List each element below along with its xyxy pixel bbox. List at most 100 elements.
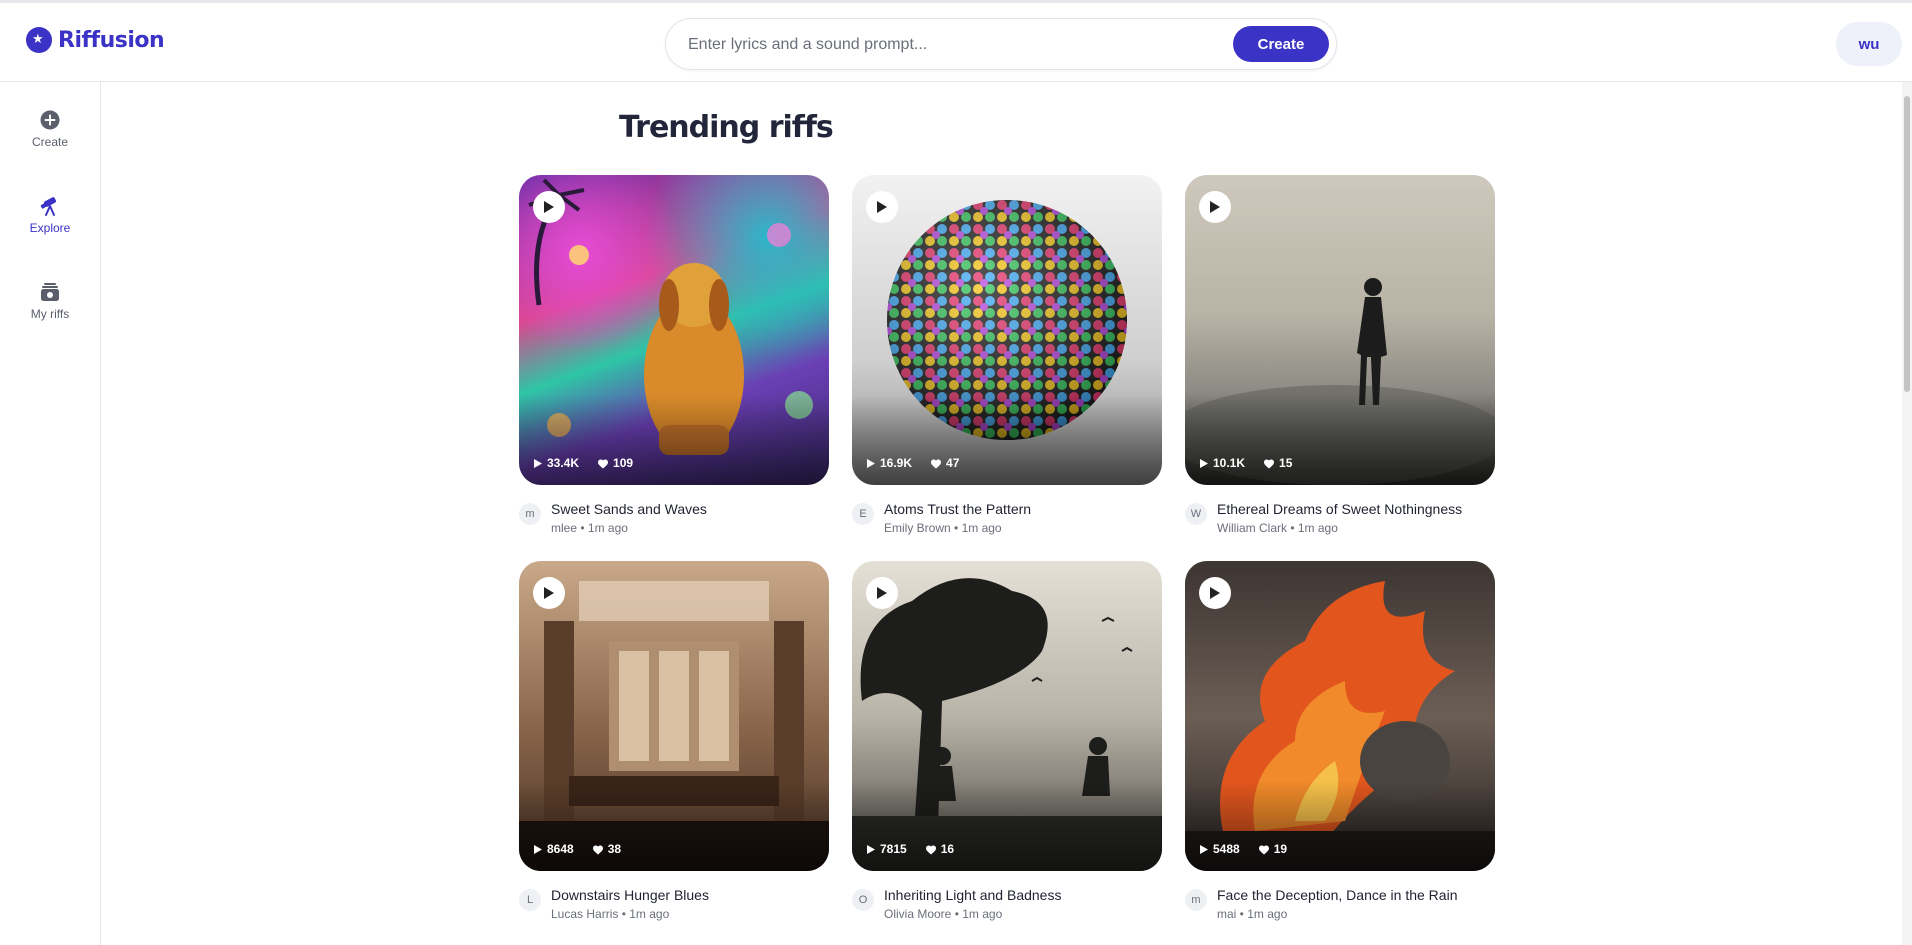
riff-stats: 10.1K 15 — [1199, 456, 1292, 470]
author-name[interactable]: Olivia Moore — [884, 907, 951, 921]
riff-byline: Olivia Moore • 1m ago — [884, 907, 1003, 921]
plays-icon — [867, 844, 875, 854]
riff-card[interactable]: 33.4K 109 m Sweet Sands and Waves mlee •… — [519, 175, 829, 537]
play-button[interactable] — [1199, 577, 1231, 609]
play-count: 8648 — [547, 842, 574, 856]
author-name[interactable]: Lucas Harris — [551, 907, 618, 921]
author-name[interactable]: mlee — [551, 521, 577, 535]
play-button[interactable] — [866, 577, 898, 609]
riff-time: 1m ago — [962, 907, 1003, 921]
riffusion-logo[interactable]: Riffusion — [26, 27, 165, 53]
prompt-bar: Create — [665, 18, 1337, 70]
riff-title[interactable]: Face the Deception, Dance in the Rain — [1217, 887, 1457, 903]
author-avatar[interactable]: E — [852, 503, 874, 525]
play-count: 7815 — [880, 842, 907, 856]
riff-byline: mlee • 1m ago — [551, 521, 628, 535]
play-count: 16.9K — [880, 456, 913, 470]
sidebar-item-explore[interactable]: Explore — [0, 195, 100, 235]
riff-title[interactable]: Atoms Trust the Pattern — [884, 501, 1031, 517]
artwork-shade — [519, 395, 829, 485]
play-count: 10.1K — [1213, 456, 1246, 470]
sidebar-item-my-riffs[interactable]: My riffs — [0, 281, 100, 321]
riff-artwork[interactable]: 16.9K 47 — [852, 175, 1162, 485]
play-icon — [1210, 587, 1220, 599]
riff-title[interactable]: Sweet Sands and Waves — [551, 501, 707, 517]
riff-artwork[interactable]: 8648 38 — [519, 561, 829, 871]
author-name[interactable]: Emily Brown — [884, 521, 951, 535]
riff-stats: 16.9K 47 — [866, 456, 959, 470]
plays-icon — [1200, 844, 1208, 854]
brand-name: Riffusion — [58, 27, 165, 53]
library-icon — [41, 283, 59, 301]
heart-icon[interactable] — [1263, 458, 1275, 469]
heart-icon[interactable] — [930, 458, 942, 469]
riff-stats: 33.4K 109 — [533, 456, 633, 470]
play-icon — [1210, 201, 1220, 213]
riff-artwork[interactable]: 5488 19 — [1185, 561, 1495, 871]
create-button[interactable]: Create — [1233, 26, 1329, 62]
scrollbar-thumb[interactable] — [1904, 96, 1910, 392]
riff-time: 1m ago — [961, 521, 1002, 535]
plays-icon — [867, 458, 875, 468]
play-button[interactable] — [1199, 191, 1231, 223]
riff-stats: 7815 16 — [866, 842, 954, 856]
riff-meta: W Ethereal Dreams of Sweet Nothingness W… — [1185, 501, 1495, 537]
like-count: 47 — [946, 456, 960, 470]
riff-artwork[interactable]: 33.4K 109 — [519, 175, 829, 485]
riff-stats: 8648 38 — [533, 842, 621, 856]
riff-card[interactable]: 16.9K 47 E Atoms Trust the Pattern Emily… — [852, 175, 1162, 537]
riff-title[interactable]: Inheriting Light and Badness — [884, 887, 1061, 903]
riff-time: 1m ago — [629, 907, 670, 921]
riff-artwork[interactable]: 7815 16 — [852, 561, 1162, 871]
riff-card[interactable]: 10.1K 15 W Ethereal Dreams of Sweet Noth… — [1185, 175, 1495, 537]
main-content: Trending riffs 33.4K 109 m Sweet Sands a… — [101, 82, 1901, 945]
heart-icon[interactable] — [597, 458, 609, 469]
riff-byline: Lucas Harris • 1m ago — [551, 907, 670, 921]
heart-icon[interactable] — [1258, 844, 1270, 855]
riff-meta: E Atoms Trust the Pattern Emily Brown • … — [852, 501, 1162, 537]
riff-title[interactable]: Ethereal Dreams of Sweet Nothingness — [1217, 501, 1462, 517]
play-icon — [544, 201, 554, 213]
heart-icon[interactable] — [592, 844, 604, 855]
author-name[interactable]: William Clark — [1217, 521, 1287, 535]
riff-card[interactable]: 7815 16 O Inheriting Light and Badness O… — [852, 561, 1162, 923]
author-avatar[interactable]: W — [1185, 503, 1207, 525]
riff-stats: 5488 19 — [1199, 842, 1287, 856]
like-count: 109 — [613, 456, 634, 470]
riff-meta: L Downstairs Hunger Blues Lucas Harris •… — [519, 887, 829, 923]
plays-icon — [1200, 458, 1208, 468]
telescope-icon — [40, 197, 57, 216]
plays-icon — [534, 458, 542, 468]
author-avatar[interactable]: m — [1185, 889, 1207, 911]
user-avatar-button[interactable]: wu — [1836, 22, 1902, 66]
riff-time: 1m ago — [1247, 907, 1288, 921]
riff-meta: m Face the Deception, Dance in the Rain … — [1185, 887, 1495, 923]
riff-card[interactable]: 5488 19 m Face the Deception, Dance in t… — [1185, 561, 1495, 923]
sidebar-item-label: Explore — [29, 221, 71, 235]
play-button[interactable] — [533, 191, 565, 223]
author-avatar[interactable]: O — [852, 889, 874, 911]
plays-icon — [534, 844, 542, 854]
play-icon — [877, 587, 887, 599]
riff-title[interactable]: Downstairs Hunger Blues — [551, 887, 709, 903]
play-count: 5488 — [1213, 842, 1240, 856]
sidebar-item-create[interactable]: Create — [0, 109, 100, 149]
heart-icon[interactable] — [925, 844, 937, 855]
author-name[interactable]: mai — [1217, 907, 1236, 921]
play-button[interactable] — [533, 577, 565, 609]
sidebar-item-label: Create — [31, 135, 69, 149]
logo-icon — [26, 27, 52, 53]
riff-meta: m Sweet Sands and Waves mlee • 1m ago — [519, 501, 829, 537]
like-count: 16 — [940, 842, 955, 856]
play-icon — [877, 201, 887, 213]
like-count: 15 — [1279, 456, 1293, 470]
author-avatar[interactable]: L — [519, 889, 541, 911]
riff-artwork[interactable]: 10.1K 15 — [1185, 175, 1495, 485]
riff-time: 1m ago — [1297, 521, 1338, 535]
play-button[interactable] — [866, 191, 898, 223]
riff-card[interactable]: 8648 38 L Downstairs Hunger Blues Lucas … — [519, 561, 829, 923]
artwork-shade — [519, 781, 829, 871]
prompt-input[interactable] — [686, 32, 1210, 58]
author-avatar[interactable]: m — [519, 503, 541, 525]
page-scrollbar[interactable] — [1902, 82, 1912, 945]
